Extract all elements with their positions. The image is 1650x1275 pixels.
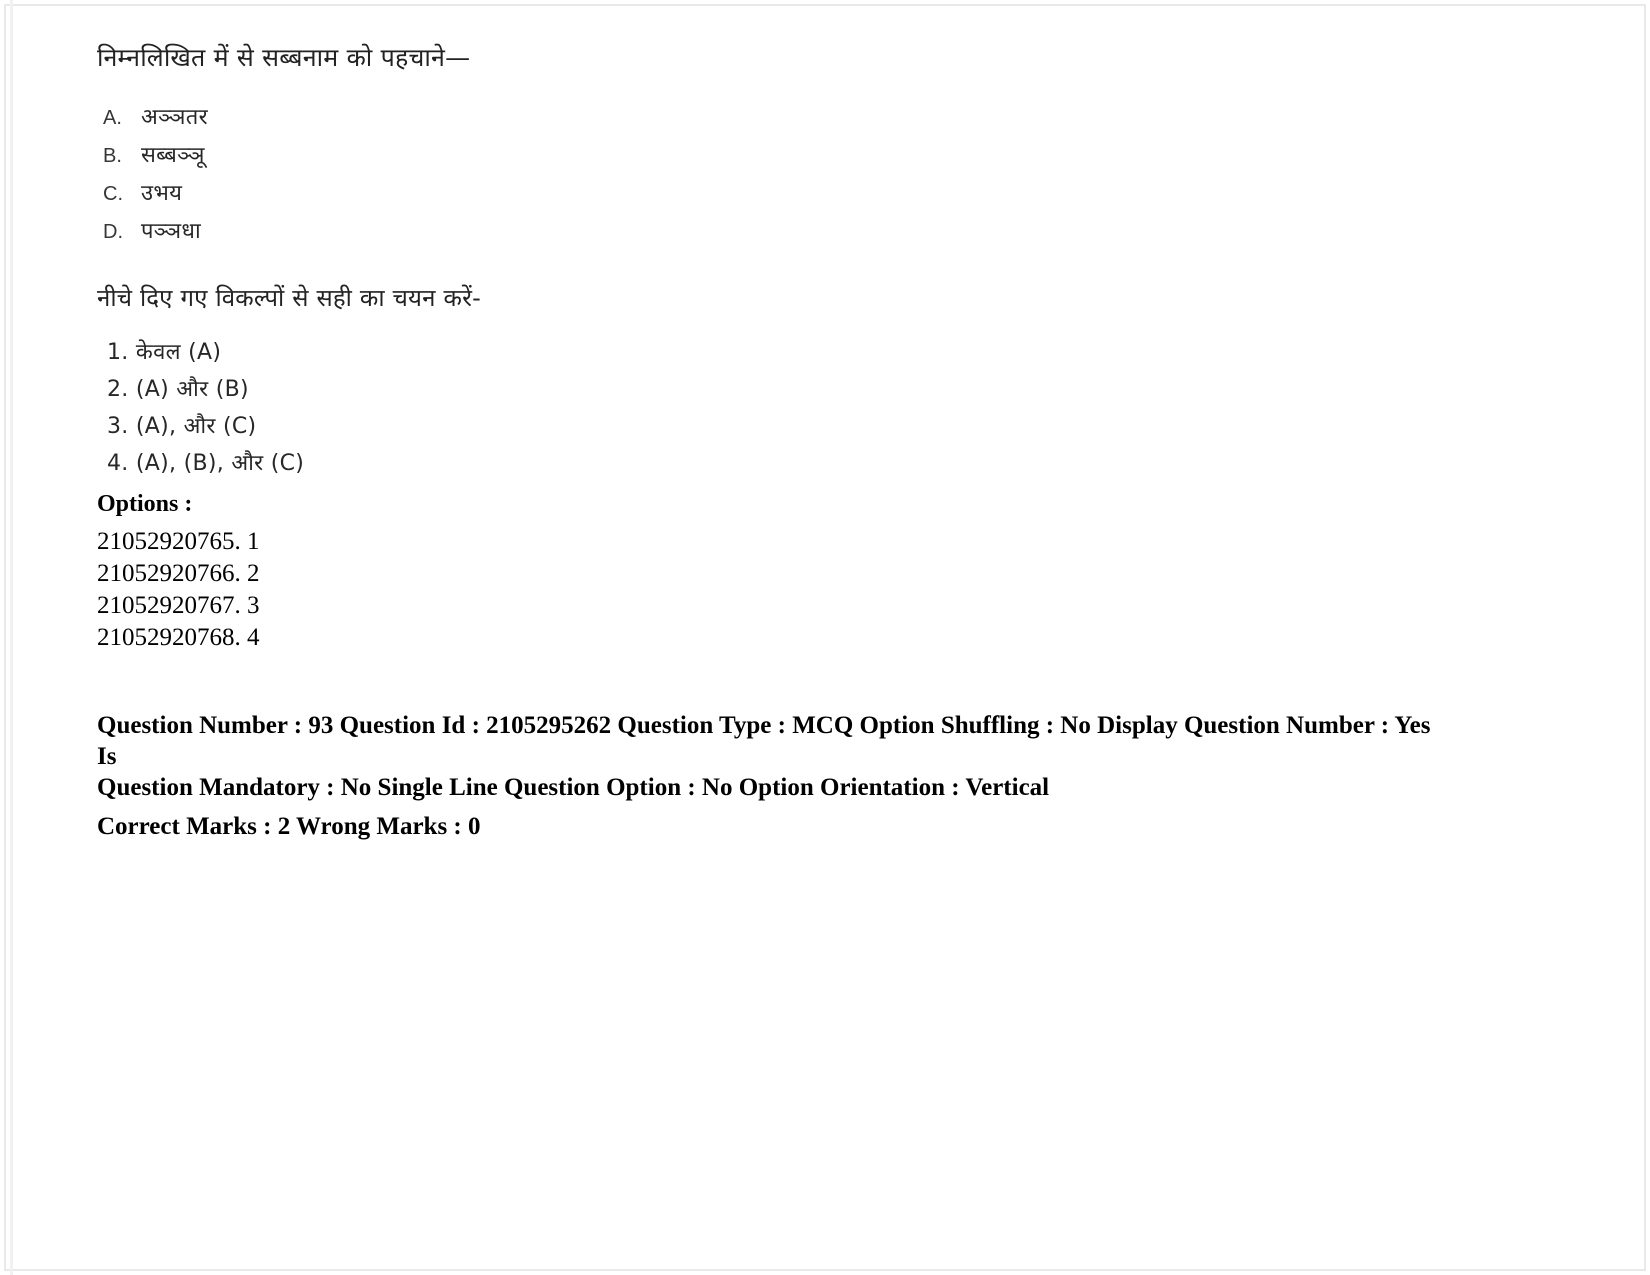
statement-text-b: सब्बञ्ञू (141, 142, 205, 168)
scanned-question-block: निम्नलिखित में से सब्बनाम को पहचाने— A. … (97, 42, 1557, 477)
statement-list: A. अञ्ञतर B. सब्बञ्ञू C. उभय D. पञ्ञधा (103, 101, 1557, 245)
option-id-row-1: 21052920765. 1 (97, 527, 260, 555)
question-metadata: Question Number : 93 Question Id : 21052… (97, 710, 1437, 843)
statement-text-c: उभय (141, 180, 183, 206)
option-id-row-4: 21052920768. 4 (97, 623, 260, 651)
option-id-row-3: 21052920767. 3 (97, 591, 260, 619)
choice-item-2: 2. (A) और (B) (107, 376, 249, 402)
choice-list: 1. केवल (A) 2. (A) और (B) 3. (A), और (C)… (107, 336, 1557, 477)
choice-item-1: 1. केवल (A) (107, 339, 222, 365)
statement-item-a: A. अञ्ञतर (103, 101, 1557, 131)
statement-item-b: B. सब्बञ्ञू (103, 139, 1557, 169)
question-content: निम्नलिखित में से सब्बनाम को पहचाने— A. … (97, 42, 1557, 843)
metadata-line-2: Question Mandatory : No Single Line Ques… (97, 774, 1050, 801)
statement-item-d: D. पञ्ञधा (103, 215, 1557, 245)
choice-instruction: नीचे दिए गए विकल्पों से सही का चयन करें- (97, 283, 482, 312)
option-id-row-2: 21052920766. 2 (97, 559, 260, 587)
question-heading: निम्नलिखित में से सब्बनाम को पहचाने— (97, 43, 471, 72)
statement-item-c: C. उभय (103, 177, 1557, 207)
statement-letter-b: B. (103, 144, 122, 167)
metadata-line-1: Question Number : 93 Question Id : 21052… (97, 711, 1431, 770)
statement-letter-d: D. (103, 220, 123, 243)
options-label: Options : (97, 490, 193, 517)
statement-text-d: पञ्ञधा (141, 218, 201, 244)
statement-letter-a: A. (103, 106, 122, 129)
statement-letter-c: C. (103, 182, 123, 205)
option-id-list: 21052920765. 1 21052920766. 2 2105292076… (97, 526, 1557, 654)
metadata-line-3: Correct Marks : 2 Wrong Marks : 0 (97, 813, 481, 841)
choice-item-4: 4. (A), (B), और (C) (107, 450, 305, 476)
choice-item-3: 3. (A), और (C) (107, 413, 257, 439)
scan-left-edge-artifact (10, 0, 13, 1275)
statement-text-a: अञ्ञतर (141, 104, 208, 130)
